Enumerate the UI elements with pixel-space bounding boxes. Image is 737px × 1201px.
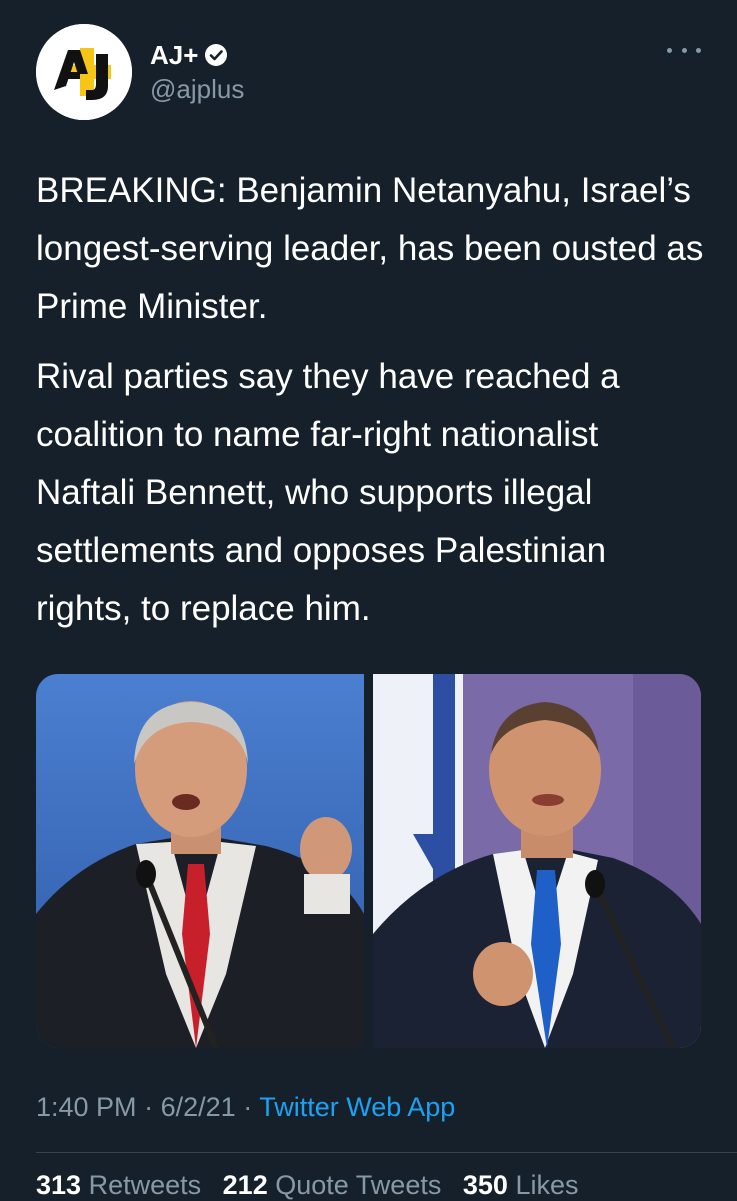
photo-netanyahu[interactable] xyxy=(36,674,364,1048)
likes-count: 350 xyxy=(462,1170,508,1200)
tweet-text: BREAKING: Benjamin Netanyahu, Israel’s l… xyxy=(36,162,706,650)
photo-bennett[interactable] xyxy=(373,674,701,1048)
verified-badge-icon xyxy=(205,44,228,66)
account-names: AJ+ @ajplus xyxy=(150,38,244,105)
tweet-stats: 313 Retweets 212 Quote Tweets 350 Likes xyxy=(36,1170,578,1201)
retweets-count: 313 xyxy=(36,1170,82,1200)
tweet-media xyxy=(36,674,701,1048)
tweet-time[interactable]: 1:40 PM xyxy=(36,1092,137,1122)
tweet-paragraph: BREAKING: Benjamin Netanyahu, Israel’s l… xyxy=(36,171,704,326)
display-name[interactable]: AJ+ xyxy=(150,40,198,71)
dot xyxy=(667,47,672,53)
photo-netanyahu-image xyxy=(36,674,364,1048)
avatar[interactable] xyxy=(36,24,132,120)
photo-bennett-image xyxy=(373,674,701,1048)
likes-label: Likes xyxy=(515,1170,579,1200)
retweets-label: Retweets xyxy=(88,1170,202,1200)
dot xyxy=(696,47,701,53)
divider xyxy=(36,1152,737,1153)
tweet-source[interactable]: Twitter Web App xyxy=(259,1092,455,1122)
tweet-date[interactable]: 6/2/21 xyxy=(161,1092,236,1122)
ajplus-logo-icon xyxy=(36,24,132,120)
likes-stat[interactable]: 350 Likes xyxy=(463,1170,579,1200)
tweet-meta: 1:40 PM · 6/2/21 · Twitter Web App xyxy=(36,1092,455,1123)
meta-separator: · xyxy=(243,1092,253,1122)
tweet-header: AJ+ @ajplus xyxy=(36,24,701,120)
retweets-stat[interactable]: 313 Retweets xyxy=(36,1170,201,1200)
more-options-icon[interactable] xyxy=(667,38,701,62)
tweet-paragraph: Rival parties say they have reached a co… xyxy=(36,357,620,628)
meta-separator: · xyxy=(144,1092,154,1122)
tweet: AJ+ @ajplus BREAKING: Benjamin Netanyahu… xyxy=(0,0,737,1200)
handle[interactable]: @ajplus xyxy=(150,74,244,105)
quote-tweets-stat[interactable]: 212 Quote Tweets xyxy=(223,1170,442,1200)
quote-tweets-label: Quote Tweets xyxy=(275,1170,442,1200)
quote-tweets-count: 212 xyxy=(222,1170,268,1200)
display-name-row: AJ+ xyxy=(150,38,244,72)
dot xyxy=(681,47,687,53)
